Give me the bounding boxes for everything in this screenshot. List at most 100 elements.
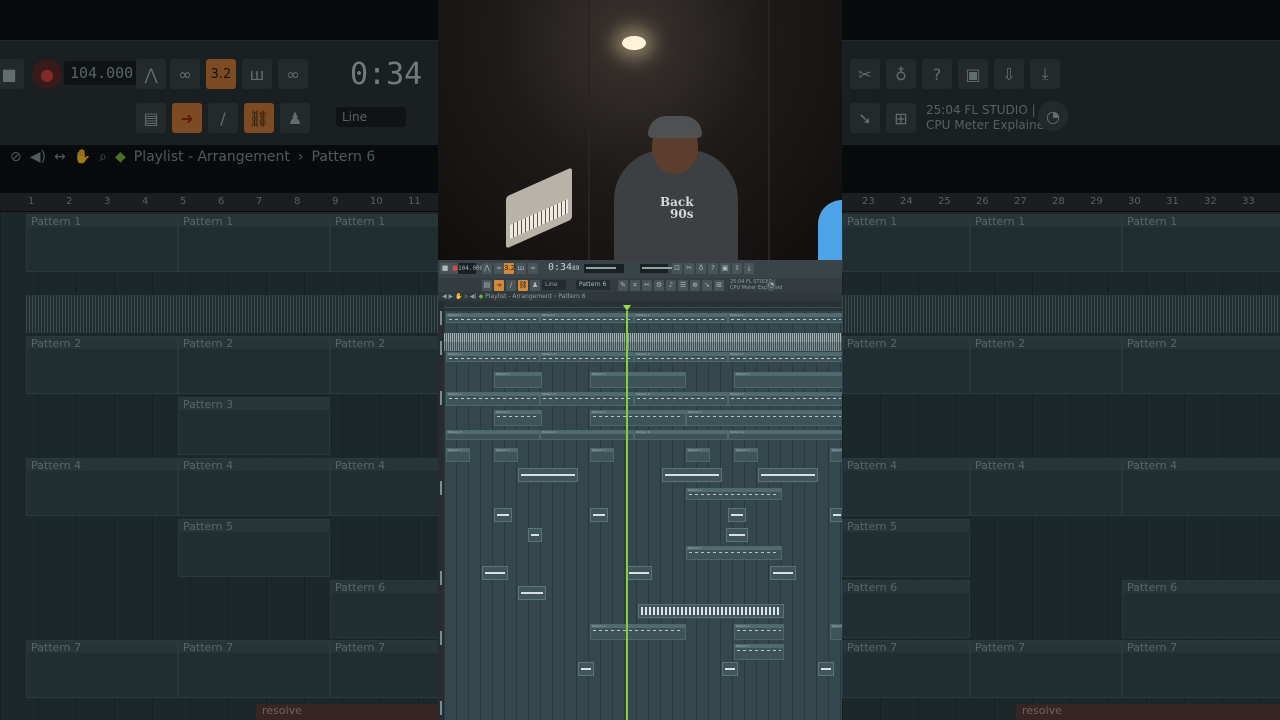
audio-clip[interactable] <box>758 468 818 482</box>
pattern-clip[interactable]: Pattern 4 <box>330 458 438 516</box>
pattern-clip[interactable]: Pattern 2 <box>970 336 1122 394</box>
stop-button[interactable]: ■ <box>440 263 450 274</box>
tempo-display[interactable]: 104.000 <box>64 61 140 85</box>
pattern-clip[interactable]: Pattern 7 <box>494 448 518 462</box>
pattern-clip[interactable]: Pattern 6 <box>634 430 728 440</box>
pattern-clip[interactable]: Pattern 6 <box>842 580 970 638</box>
cut-icon[interactable]: ✂ <box>850 59 880 89</box>
export-icon[interactable]: ⇩ <box>732 263 742 274</box>
pattern-clip[interactable]: Pattern 4 <box>1122 458 1280 516</box>
track-handle[interactable] <box>440 701 442 715</box>
timeline-ruler[interactable] <box>444 301 842 311</box>
pattern-clip[interactable]: Pattern 1 <box>330 214 438 272</box>
step-icon[interactable]: ш <box>516 263 526 274</box>
pattern-clip[interactable]: Pattern 7 <box>842 640 970 698</box>
audio-clip[interactable] <box>830 508 842 522</box>
download-icon[interactable]: ⤓ <box>744 263 754 274</box>
pattern-clip[interactable]: Pattern 7 <box>830 624 842 640</box>
bg-ruler[interactable]: 23 24 25 26 27 28 29 30 31 32 33 <box>842 193 1280 211</box>
pattern-clip[interactable]: Pattern 7 <box>590 624 686 640</box>
pattern-clip[interactable]: Pattern 3 <box>590 372 686 388</box>
pattern-clip[interactable]: Pattern 6 <box>446 430 540 440</box>
brush-icon[interactable]: / <box>506 280 516 291</box>
hand-icon[interactable]: ✋ <box>74 149 91 165</box>
wait-icon[interactable]: ∞ <box>528 263 538 274</box>
pattern-clip[interactable]: Pattern 2 <box>634 352 728 362</box>
bell-icon[interactable]: ♟ <box>280 103 310 133</box>
pattern-clip[interactable]: Pattern 2 <box>330 336 438 394</box>
arrow-icon[interactable]: ➜ <box>494 280 504 291</box>
pattern-clip[interactable]: Pattern 7 <box>26 640 178 698</box>
zoom-icon[interactable]: ⌕ <box>99 149 107 165</box>
pattern-digits[interactable]: 3.2 <box>504 263 515 274</box>
pattern-clip[interactable]: Pattern 2 <box>842 336 970 394</box>
pattern-digits[interactable]: 3.2 <box>206 59 236 89</box>
link-icon[interactable]: ⛓ <box>244 103 274 133</box>
track-handle[interactable] <box>440 571 442 585</box>
plugin-icon[interactable]: ➘ <box>702 280 712 291</box>
audio-clip[interactable] <box>590 508 608 522</box>
pattern-clip[interactable]: Pattern 1 <box>1122 214 1280 272</box>
pattern-clip[interactable]: Pattern 1 <box>540 313 634 323</box>
pattern-clip[interactable]: Pattern 1 <box>178 214 330 272</box>
mic-icon[interactable]: ♁ <box>886 59 916 89</box>
pattern-clip[interactable]: Pattern 7 <box>970 640 1122 698</box>
metronome-icon[interactable]: ⋀ <box>136 59 166 89</box>
audio-clip[interactable] <box>770 566 796 580</box>
export-icon[interactable]: ⇩ <box>994 59 1024 89</box>
cpu-icon[interactable]: ◔ <box>1038 101 1068 131</box>
track-handle[interactable] <box>440 391 442 405</box>
pattern-clip[interactable]: Pattern 1 <box>728 313 842 323</box>
pattern-clip[interactable]: Pattern 1 <box>970 214 1122 272</box>
pattern-clip[interactable]: Pattern 1 <box>446 313 540 323</box>
bg-ruler[interactable]: 1 2 3 4 5 6 7 8 9 10 11 <box>0 193 438 211</box>
snap-select[interactable]: Line <box>336 107 406 127</box>
mixer-icon[interactable]: ⊡ <box>672 263 682 274</box>
pattern-clip[interactable]: Pattern 1 <box>842 214 970 272</box>
pattern-clip[interactable]: Pattern 7 <box>330 640 438 698</box>
audio-waveform-lane[interactable] <box>444 333 842 342</box>
pattern-clip[interactable]: Pattern 5 <box>178 519 330 577</box>
pattern-clip[interactable]: Pattern 6 <box>1122 580 1280 638</box>
tool-icon[interactable]: ⚙ <box>654 280 664 291</box>
audio-waveform-lane[interactable] <box>26 295 438 333</box>
pattern-select[interactable]: Pattern 6 <box>576 280 610 290</box>
pattern-clip[interactable]: Pattern 4 <box>178 458 330 516</box>
tool-icon[interactable]: ⌗ <box>630 280 640 291</box>
audio-clip[interactable] <box>662 468 722 482</box>
tempo-display[interactable]: 104.000 <box>458 263 483 274</box>
audio-clip[interactable] <box>726 528 748 542</box>
playlist-title-bar[interactable]: ◀ ▶ ✋ ⌕ ◀) ◆ Playlist - Arrangement › Pa… <box>438 292 842 301</box>
pattern-clip[interactable]: Pattern 2 <box>728 352 842 362</box>
pattern-clip[interactable]: Pattern 4 <box>728 392 842 406</box>
pattern-clip[interactable]: Pattern 4 <box>842 458 970 516</box>
wait-icon[interactable]: ∞ <box>278 59 308 89</box>
pattern-clip[interactable]: Pattern 3 <box>734 372 842 388</box>
tool-icon[interactable]: ♪ <box>666 280 676 291</box>
cart-icon[interactable]: ⊞ <box>714 280 724 291</box>
loop-icon[interactable]: ∞ <box>170 59 200 89</box>
plugin-icon[interactable]: ➘ <box>850 103 880 133</box>
pattern-clip[interactable]: Pattern 7 <box>590 448 614 462</box>
pattern-clip[interactable]: Pattern 7 <box>686 546 782 560</box>
pattern-clip[interactable]: Pattern 2 <box>446 352 540 362</box>
link-icon[interactable]: ⛓ <box>518 280 528 291</box>
audio-waveform-lane[interactable] <box>444 342 842 351</box>
track-handle[interactable] <box>440 341 442 355</box>
audio-clip[interactable] <box>494 508 512 522</box>
piano-roll-icon[interactable]: ▤ <box>136 103 166 133</box>
pattern-clip[interactable]: Pattern 4 <box>634 392 728 406</box>
download-icon[interactable]: ⤓ <box>1030 59 1060 89</box>
mic-icon[interactable]: ♁ <box>696 263 706 274</box>
pattern-clip[interactable]: Pattern 5 <box>590 410 686 426</box>
pattern-clip[interactable]: Pattern 7 <box>446 448 470 462</box>
cut-icon[interactable]: ✂ <box>684 263 694 274</box>
arrows-icon[interactable]: ↔ <box>54 149 66 165</box>
help-icon[interactable]: ? <box>708 263 718 274</box>
pattern-clip[interactable]: Pattern 3 <box>178 397 330 455</box>
step-icon[interactable]: ш <box>242 59 272 89</box>
pattern-clip[interactable]: Pattern 2 <box>178 336 330 394</box>
audio-clip[interactable] <box>518 586 546 600</box>
pattern-clip[interactable]: Pattern 7 <box>178 640 330 698</box>
brush-icon[interactable]: / <box>208 103 238 133</box>
